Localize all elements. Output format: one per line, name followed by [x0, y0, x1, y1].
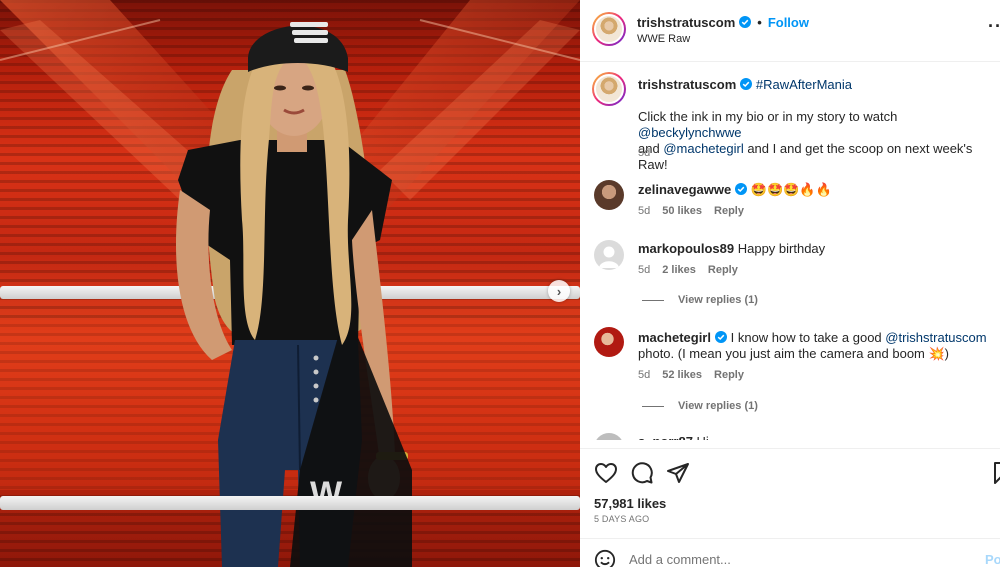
comment-username[interactable]: machetegirl	[638, 330, 711, 345]
post-location[interactable]: WWE Raw	[637, 33, 690, 45]
comment-likes[interactable]: 52 likes	[662, 369, 702, 381]
view-replies-label: View replies (1)	[678, 294, 758, 306]
reply-button[interactable]: Reply	[714, 369, 744, 381]
author-line: trishstratuscom • Follow	[637, 15, 809, 30]
caption-text-part: Click the ink in my bio or in my story t…	[638, 109, 898, 124]
view-replies-label: View replies (1)	[678, 400, 758, 412]
comment-input[interactable]	[629, 552, 929, 567]
comment-likes[interactable]: 50 likes	[662, 205, 702, 217]
comment-text: machetegirl I know how to take a good @t…	[638, 330, 988, 362]
verified-badge-icon	[740, 78, 753, 90]
comment-username[interactable]: s_porr87	[638, 434, 693, 440]
caption-text: trishstratuscom #RawAfterMania	[638, 77, 988, 93]
caption-meta: 5d	[638, 147, 662, 159]
comment-meta: 5d 50 likes Reply	[638, 205, 756, 217]
default-avatar-icon[interactable]	[594, 240, 624, 270]
comment-content: I know how to take a good	[730, 330, 886, 345]
post-date[interactable]: 5 DAYS AGO	[594, 514, 649, 524]
separator-dot: •	[757, 15, 762, 30]
mention-link[interactable]: @trishstratuscom	[885, 330, 986, 345]
post-image[interactable]: W ›	[0, 0, 580, 567]
likes-count[interactable]: 57,981 likes	[594, 496, 666, 511]
reply-button[interactable]: Reply	[714, 205, 744, 217]
ring-rope-bottom	[0, 496, 580, 510]
post-actions-bar	[580, 448, 1000, 488]
comment-username[interactable]: markopoulos89	[638, 241, 734, 256]
author-username[interactable]: trishstratuscom	[637, 15, 735, 30]
comment-age: 5d	[638, 264, 651, 276]
comment-username[interactable]: zelinavegawwe	[638, 182, 731, 197]
post-header: trishstratuscom • Follow WWE Raw ···	[580, 0, 1000, 62]
reply-button[interactable]: Reply	[708, 264, 738, 276]
comment-text: markopoulos89 Happy birthday	[638, 241, 988, 257]
comment-age: 5d	[638, 205, 651, 217]
chevron-right-icon[interactable]: ›	[548, 280, 570, 302]
more-horizontal-icon[interactable]: ···	[988, 16, 1000, 37]
instagram-post: W › trishstratuscom • Follow WWE Raw · t…	[0, 0, 1000, 567]
post-comment-button[interactable]: Po	[985, 552, 1000, 567]
commenter-avatar[interactable]	[594, 327, 624, 357]
woman-portrait-illustration: W	[175, 22, 412, 567]
comment-text: s_porr87 Hi	[638, 434, 988, 440]
caption-age: 5d	[638, 147, 651, 159]
follow-button[interactable]: Follow	[768, 15, 809, 30]
add-comment-bar: Po	[580, 538, 1000, 567]
emoji-icon[interactable]	[594, 549, 616, 567]
verified-badge-icon	[735, 183, 748, 195]
comment-content: Happy birthday	[737, 241, 826, 256]
caption-body: Click the ink in my bio or in my story t…	[638, 109, 988, 173]
share-icon[interactable]	[666, 461, 690, 485]
comment-content: photo. (I mean you just aim the camera a…	[638, 346, 950, 361]
bookmark-icon[interactable]	[990, 461, 1000, 485]
comment-text: zelinavegawwe 🤩🤩🤩🔥🔥	[638, 182, 988, 198]
post-detail-panel: trishstratuscom • Follow WWE Raw ··· trish…	[580, 0, 1000, 567]
commenter-avatar[interactable]	[594, 180, 624, 210]
comment-meta: 5d 52 likes Reply	[638, 369, 756, 381]
verified-badge-icon	[714, 331, 727, 343]
comment-age: 5d	[638, 369, 651, 381]
verified-badge-icon	[739, 16, 752, 28]
comment-content: Hi	[697, 434, 709, 440]
commenter-avatar[interactable]	[594, 433, 624, 440]
mention-link[interactable]: @beckylynchwwe	[638, 125, 742, 140]
mention-link[interactable]: @machetegirl	[663, 141, 743, 156]
caption-avatar[interactable]	[592, 72, 626, 106]
comment-content: 🤩🤩🤩🔥🔥	[750, 182, 832, 197]
caption-username[interactable]: trishstratuscom	[638, 77, 736, 92]
view-replies-button[interactable]: View replies (1)	[642, 400, 758, 412]
comment-icon[interactable]	[630, 461, 654, 485]
comments-list: trishstratuscom #RawAfterMania Click the…	[580, 62, 1000, 440]
caption-hashtag[interactable]: #RawAfterMania	[756, 77, 852, 92]
view-replies-button[interactable]: View replies (1)	[642, 294, 758, 306]
comment-meta: 5d 2 likes Reply	[638, 264, 750, 276]
comment-likes[interactable]: 2 likes	[662, 264, 696, 276]
heart-icon[interactable]	[594, 461, 618, 485]
author-avatar[interactable]	[592, 12, 626, 46]
